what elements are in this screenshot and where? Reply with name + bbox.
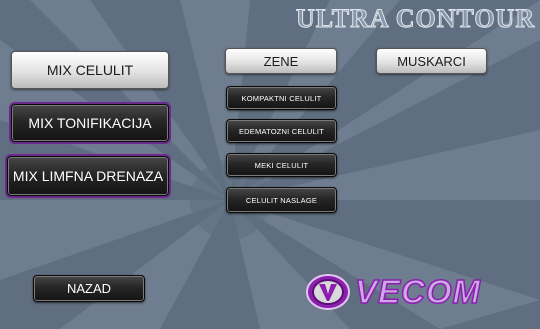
program-button-kompaktni-celulit[interactable]: KOMPAKTNI CELULIT [226,86,337,110]
brand-title: ULTRA CONTOUR [296,4,536,34]
program-button-edematozni-celulit[interactable]: EDEMATOZNI CELULIT [226,119,337,143]
vecom-v-icon [306,274,350,310]
tab-muskarci[interactable]: MUSKARCI [376,48,487,74]
ultra-contour-screen: ULTRA CONTOUR MIX CELULIT MIX TONIFIKACI… [0,0,540,329]
program-button-meki-celulit[interactable]: MEKI CELULIT [226,153,337,177]
tab-zene[interactable]: ZENE [225,48,337,74]
back-button[interactable]: NAZAD [33,275,145,302]
mix-tonifikacija-button[interactable]: MIX TONIFIKACIJA [11,104,169,142]
logo-text: VECOM [354,272,482,311]
mix-celulit-button[interactable]: MIX CELULIT [11,51,169,89]
vecom-logo: VECOM [305,272,529,312]
program-button-celulit-naslage[interactable]: CELULIT NASLAGE [226,187,337,213]
mix-limfna-drenaza-button[interactable]: MIX LIMFNA DRENAZA [7,156,169,196]
